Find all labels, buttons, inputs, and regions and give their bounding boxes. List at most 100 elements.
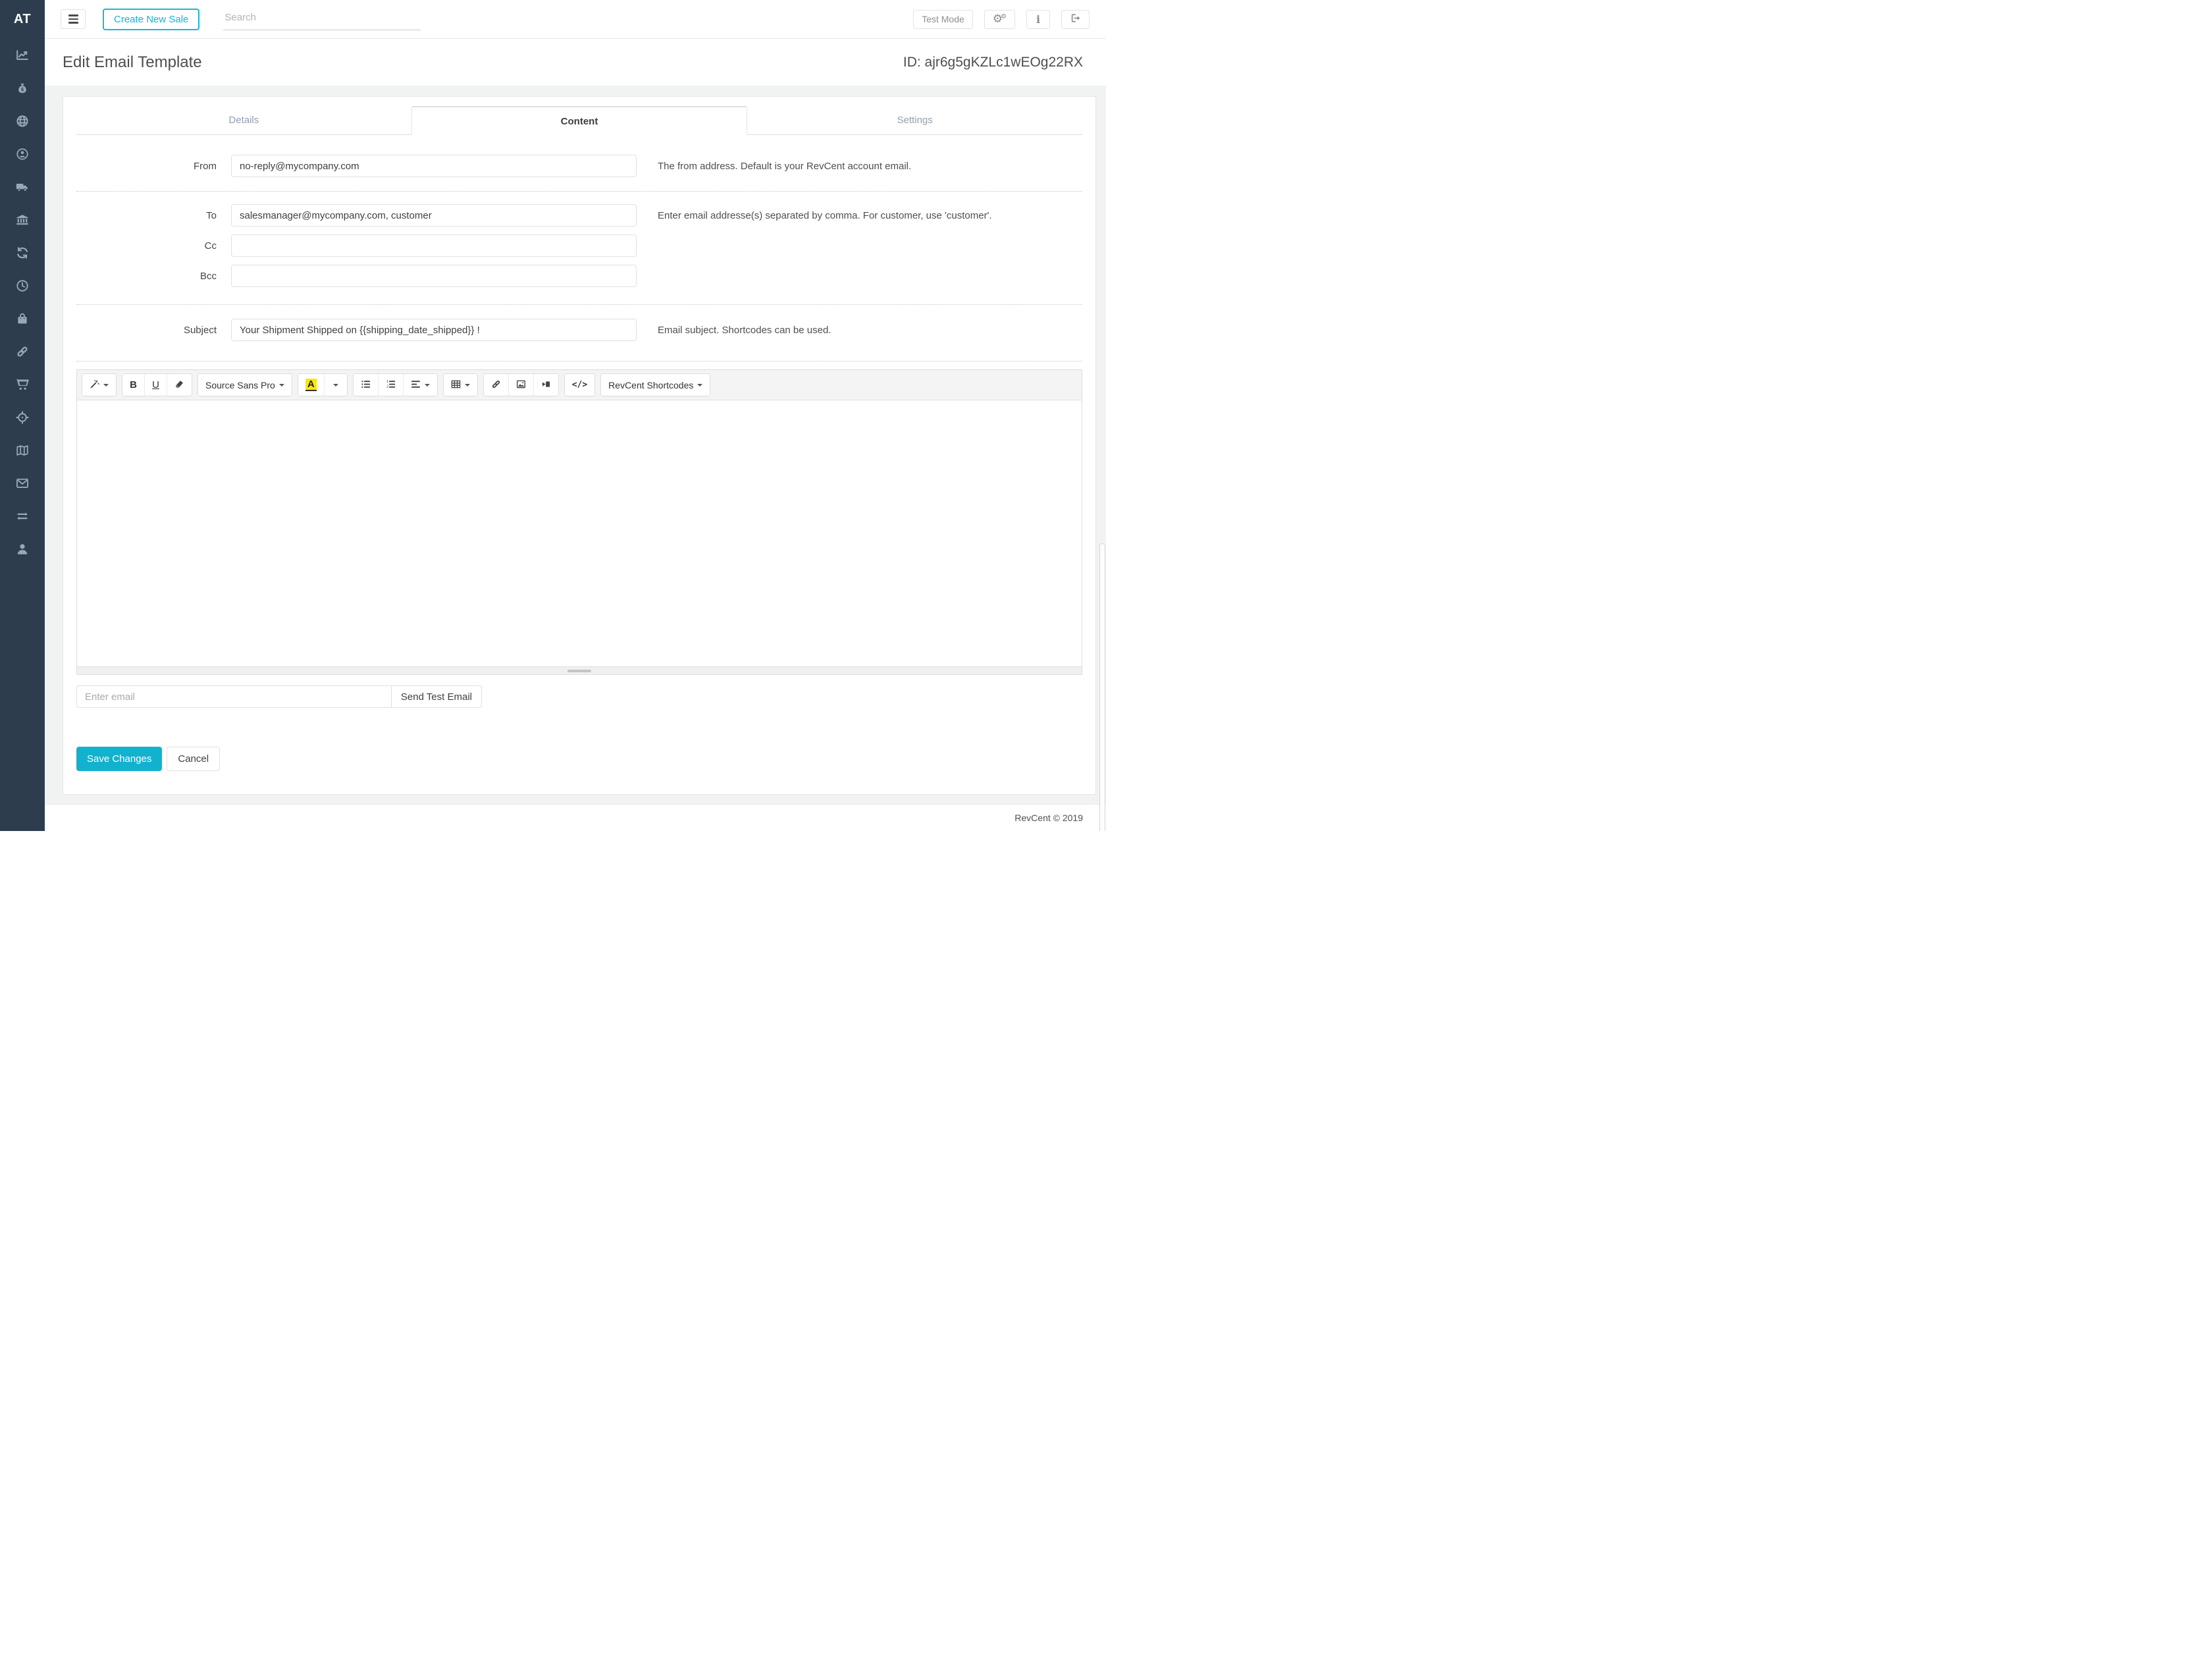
scrollbar-thumb[interactable] xyxy=(1099,543,1105,831)
test-email-group: Send Test Email xyxy=(76,685,482,708)
sidebar-item-revenue[interactable]: $ xyxy=(0,73,45,106)
bold-icon: B xyxy=(130,379,137,390)
info-icon: i xyxy=(1036,13,1040,26)
sidebar-item-campaigns[interactable] xyxy=(0,435,45,468)
sign-out-button[interactable] xyxy=(1061,10,1090,29)
cogs-icon: ⚙⚙ xyxy=(993,14,1007,25)
map-icon xyxy=(15,443,30,460)
from-input[interactable] xyxy=(231,155,637,177)
underline-button[interactable]: U xyxy=(145,374,167,396)
chevron-down-icon xyxy=(103,384,109,387)
editor-resize-handle[interactable] xyxy=(567,670,591,672)
font-color-button[interactable]: A xyxy=(298,374,325,396)
sidebar-item-customers[interactable] xyxy=(0,139,45,172)
tab-details[interactable]: Details xyxy=(76,106,411,134)
bcc-row: Bcc xyxy=(76,265,1082,287)
sidebar-item-email-templates[interactable] xyxy=(0,468,45,501)
font-family-dropdown[interactable]: Source Sans Pro xyxy=(198,374,292,396)
to-help-text: Enter email addresse(s) separated by com… xyxy=(658,210,992,221)
tab-settings[interactable]: Settings xyxy=(747,106,1082,134)
unordered-list-icon xyxy=(361,379,371,391)
subject-help-text: Email subject. Shortcodes can be used. xyxy=(658,325,831,336)
bold-button[interactable]: B xyxy=(122,374,145,396)
crosshairs-icon xyxy=(15,410,30,427)
save-changes-button[interactable]: Save Changes xyxy=(76,747,162,771)
to-input[interactable] xyxy=(231,204,637,227)
cc-input[interactable] xyxy=(231,234,637,257)
tab-content[interactable]: Content xyxy=(411,106,748,135)
send-test-email-button[interactable]: Send Test Email xyxy=(392,685,482,708)
unordered-list-button[interactable] xyxy=(354,374,379,396)
align-left-icon xyxy=(411,379,421,391)
sidebar-item-profile[interactable] xyxy=(0,534,45,567)
table-icon xyxy=(451,379,461,391)
shortcodes-dropdown-button[interactable]: RevCent Shortcodes xyxy=(601,374,710,396)
magic-wand-icon xyxy=(90,379,99,391)
subject-input[interactable] xyxy=(231,319,637,341)
sidebar-item-tracking[interactable] xyxy=(0,402,45,435)
editor-statusbar xyxy=(77,666,1082,674)
code-view-button[interactable]: </> xyxy=(565,374,594,396)
rich-text-editor: B U Source Sans Pro xyxy=(76,369,1082,675)
sidebar-item-integrations[interactable] xyxy=(0,501,45,534)
page-title: Edit Email Template xyxy=(63,53,202,72)
bank-icon xyxy=(15,213,30,230)
insert-picture-button[interactable] xyxy=(509,374,534,396)
sidebar-item-sales[interactable] xyxy=(0,369,45,402)
ordered-list-button[interactable]: 12 xyxy=(379,374,404,396)
insert-link-button[interactable] xyxy=(484,374,509,396)
sidebar-item-links[interactable] xyxy=(0,336,45,369)
email-template-card: Details Content Settings From The from a… xyxy=(63,96,1096,795)
shopping-bag-icon xyxy=(15,311,30,329)
create-new-sale-button[interactable]: Create New Sale xyxy=(103,9,199,30)
bcc-label: Bcc xyxy=(76,271,231,282)
style-dropdown-button[interactable] xyxy=(82,374,116,396)
form-actions: Save Changes Cancel xyxy=(76,747,1082,771)
sidebar-item-history[interactable] xyxy=(0,271,45,304)
test-email-input[interactable] xyxy=(76,685,392,708)
subject-row: Subject Email subject. Shortcodes can be… xyxy=(76,319,1082,341)
table-dropdown-button[interactable] xyxy=(444,374,477,396)
page-footer: RevCent © 2019 xyxy=(45,804,1106,831)
link-icon xyxy=(15,344,30,362)
envelope-icon xyxy=(15,476,30,493)
editor-content-area[interactable] xyxy=(77,400,1082,666)
sidebar-nav: $ xyxy=(0,39,45,567)
clear-format-button[interactable] xyxy=(167,374,192,396)
sidebar-item-subscriptions[interactable] xyxy=(0,238,45,271)
money-bag-icon: $ xyxy=(15,81,30,98)
cancel-button[interactable]: Cancel xyxy=(167,747,220,771)
top-navbar: Create New Sale Test Mode ⚙⚙ i xyxy=(45,0,1106,39)
tab-bar: Details Content Settings xyxy=(76,106,1082,135)
info-button[interactable]: i xyxy=(1026,10,1050,29)
insert-video-button[interactable] xyxy=(534,374,558,396)
code-view-icon: </> xyxy=(572,380,587,390)
svg-text:1: 1 xyxy=(386,379,388,383)
app-logo[interactable]: AT xyxy=(0,0,45,39)
bcc-input[interactable] xyxy=(231,265,637,287)
section-divider xyxy=(76,191,1082,192)
to-label: To xyxy=(76,210,231,221)
svg-text:$: $ xyxy=(21,87,24,92)
font-color-dropdown[interactable] xyxy=(325,374,347,396)
shopping-cart-icon xyxy=(15,377,30,394)
from-row: From The from address. Default is your R… xyxy=(76,155,1082,177)
svg-text:2: 2 xyxy=(386,385,388,389)
sidebar-item-banking[interactable] xyxy=(0,205,45,238)
sidebar-item-dashboard[interactable] xyxy=(0,40,45,73)
eraser-icon xyxy=(174,379,184,391)
test-mode-button[interactable]: Test Mode xyxy=(913,10,973,29)
cc-row: Cc xyxy=(76,234,1082,257)
sidebar-item-online[interactable] xyxy=(0,106,45,139)
hamburger-icon xyxy=(68,14,78,16)
sidebar-item-shipping[interactable] xyxy=(0,172,45,205)
search-input[interactable] xyxy=(223,8,421,30)
paragraph-align-dropdown[interactable] xyxy=(404,374,437,396)
chevron-down-icon xyxy=(465,384,470,387)
clock-icon xyxy=(15,279,30,296)
editor-toolbar: B U Source Sans Pro xyxy=(77,370,1082,400)
sidebar-item-products[interactable] xyxy=(0,304,45,336)
menu-toggle-button[interactable] xyxy=(61,9,86,29)
shortcodes-label: RevCent Shortcodes xyxy=(608,380,693,390)
settings-button[interactable]: ⚙⚙ xyxy=(984,10,1015,29)
